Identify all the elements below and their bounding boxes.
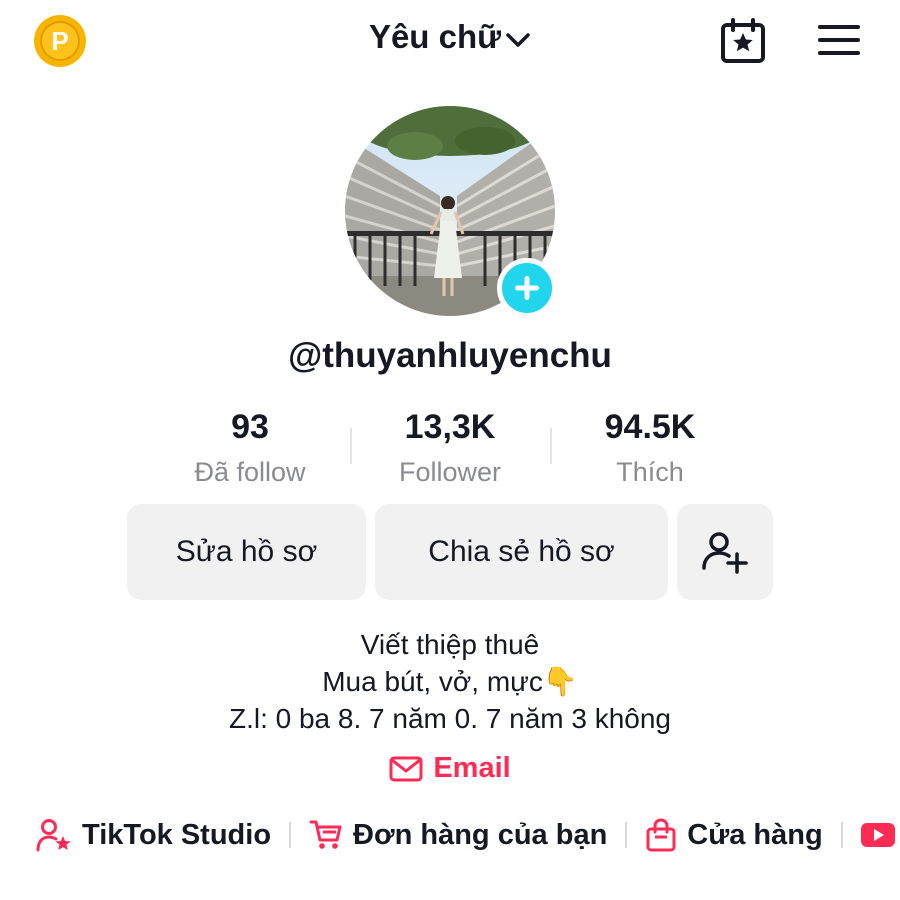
youtube-link[interactable] <box>860 823 900 847</box>
stat-likes-label: Thích <box>616 457 684 487</box>
stat-followers[interactable]: 13,3K Follower <box>350 408 550 488</box>
hamburger-menu-icon[interactable] <box>818 22 860 58</box>
bio: Viết thiệp thuê Mua bút, vở, mực👇 Z.l: 0… <box>0 626 900 737</box>
stat-followers-value: 13,3K <box>404 408 496 446</box>
link-divider <box>840 822 843 848</box>
shop-link[interactable]: Cửa hàng <box>645 818 823 852</box>
chevron-down-icon <box>505 20 531 58</box>
stat-following-value: 93 <box>231 408 269 446</box>
plus-icon <box>515 276 539 300</box>
stat-following[interactable]: 93 Đã follow <box>150 408 350 488</box>
stat-followers-label: Follower <box>398 457 502 487</box>
profile-links-row: TikTok Studio Đơn hàng của bạn Cửa hàng <box>36 812 900 858</box>
tiktok-studio-label: TikTok Studio <box>82 818 272 851</box>
link-divider <box>625 822 628 848</box>
add-avatar-button[interactable] <box>497 258 557 318</box>
avatar-container <box>345 106 557 318</box>
email-link[interactable]: Email <box>0 752 900 785</box>
tiktok-studio-link[interactable]: TikTok Studio <box>36 818 271 852</box>
email-label: Email <box>433 752 511 784</box>
person-star-icon <box>36 819 71 852</box>
shopping-bag-icon <box>646 818 676 852</box>
account-name: Yêu chữ <box>368 18 502 55</box>
youtube-icon <box>860 823 895 847</box>
edit-profile-button[interactable]: Sửa hồ sơ <box>127 504 366 600</box>
shop-label: Cửa hàng <box>687 818 823 851</box>
top-bar: P Yêu chữ <box>0 0 900 84</box>
add-friend-button[interactable] <box>677 504 773 600</box>
bio-line: Mua bút, vở, mực👇 <box>322 666 578 697</box>
stat-likes-value: 94.5K <box>604 408 696 446</box>
orders-label: Đơn hàng của bạn <box>353 818 608 851</box>
bio-line: Viết thiệp thuê <box>360 629 540 660</box>
share-profile-button[interactable]: Chia sẻ hồ sơ <box>375 504 668 600</box>
bio-line: Z.l: 0 ba 8. 7 năm 0. 7 năm 3 không <box>228 703 672 734</box>
cart-icon <box>309 820 342 849</box>
add-user-icon <box>702 532 748 574</box>
calendar-star-icon[interactable] <box>720 18 766 64</box>
orders-link[interactable]: Đơn hàng của bạn <box>309 819 607 852</box>
link-divider <box>289 822 292 848</box>
stat-likes[interactable]: 94.5K Thích <box>550 408 750 488</box>
username: @thuyanhluyenchu <box>288 336 612 375</box>
stats-row: 93 Đã follow 13,3K Follower 94.5K Thích <box>150 408 750 498</box>
stat-following-label: Đã follow <box>194 457 306 487</box>
envelope-icon <box>389 756 423 781</box>
